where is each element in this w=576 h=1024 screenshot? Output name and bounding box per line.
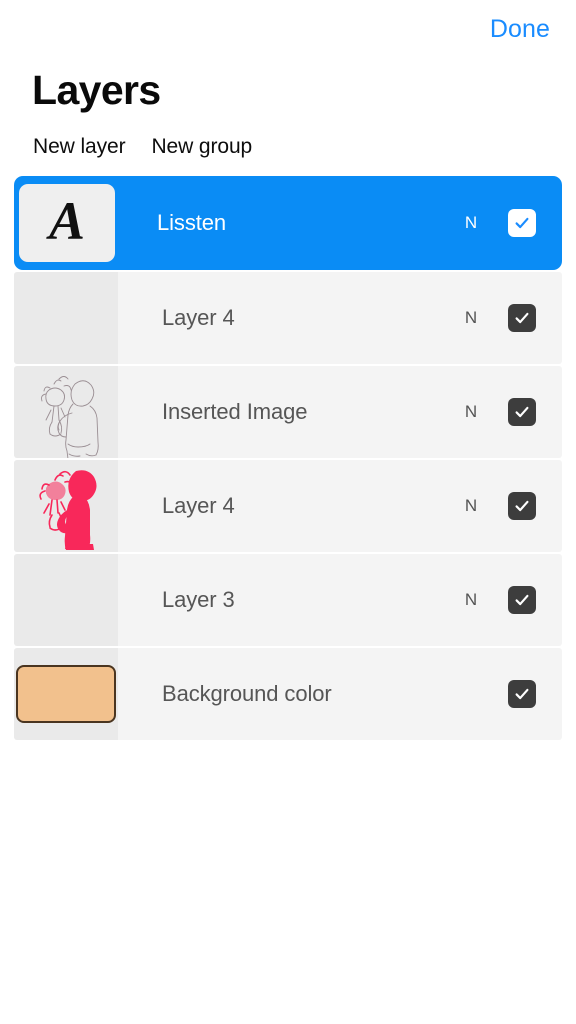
layer-thumbnail[interactable]: A [19,184,115,262]
layer-name: Inserted Image [162,399,308,424]
done-button[interactable]: Done [486,13,554,46]
layer-name: Layer 3 [162,587,235,612]
blend-mode-label[interactable]: N [456,496,486,516]
check-icon [515,406,529,418]
check-icon [515,594,529,606]
blend-mode-label[interactable]: N [456,590,486,610]
layers-panel: Done Layers New layer New group A Lissten… [0,0,576,1024]
layer-name: Lissten [157,210,227,235]
layer-list: A Lissten N Layer 4 N Inserted Image N La… [0,176,576,740]
check-icon [515,500,529,512]
blend-mode-label[interactable]: N [456,213,486,233]
blend-mode-label[interactable]: N [456,308,486,328]
layer-row[interactable]: Inserted Image N [14,366,562,458]
new-group-button[interactable]: New group [151,135,252,159]
check-icon [515,217,529,229]
layer-name: Layer 4 [162,305,235,330]
figure-lineart-icon [41,376,99,458]
visibility-checkbox[interactable] [508,304,536,332]
layer-thumbnail[interactable] [14,648,118,740]
background-color-swatch[interactable] [16,665,116,723]
layer-actions: New layer New group [0,135,576,159]
top-bar: Done [0,0,576,58]
layer-name: Background color [162,681,332,706]
blend-mode-label[interactable]: N [456,402,486,422]
check-icon [515,312,529,324]
layer-row[interactable]: A Lissten N [14,176,562,270]
layer-thumbnail[interactable] [14,366,118,458]
visibility-checkbox[interactable] [508,398,536,426]
layer-row[interactable]: Background color [14,648,562,740]
page-title: Layers [32,67,161,113]
layer-name: Layer 4 [162,493,235,518]
visibility-checkbox[interactable] [508,492,536,520]
new-layer-button[interactable]: New layer [33,135,126,159]
visibility-checkbox[interactable] [508,680,536,708]
visibility-checkbox[interactable] [508,209,536,237]
layer-thumbnail[interactable] [14,272,118,364]
visibility-checkbox[interactable] [508,586,536,614]
thumbnail-glyph: A [48,191,86,251]
check-icon [515,688,529,700]
layer-thumbnail[interactable] [14,554,118,646]
layer-thumbnail[interactable] [14,460,118,552]
figure-silhouette-icon [39,470,97,550]
layer-row[interactable]: Layer 4 N [14,460,562,552]
layer-row[interactable]: Layer 4 N [14,272,562,364]
layer-row[interactable]: Layer 3 N [14,554,562,646]
